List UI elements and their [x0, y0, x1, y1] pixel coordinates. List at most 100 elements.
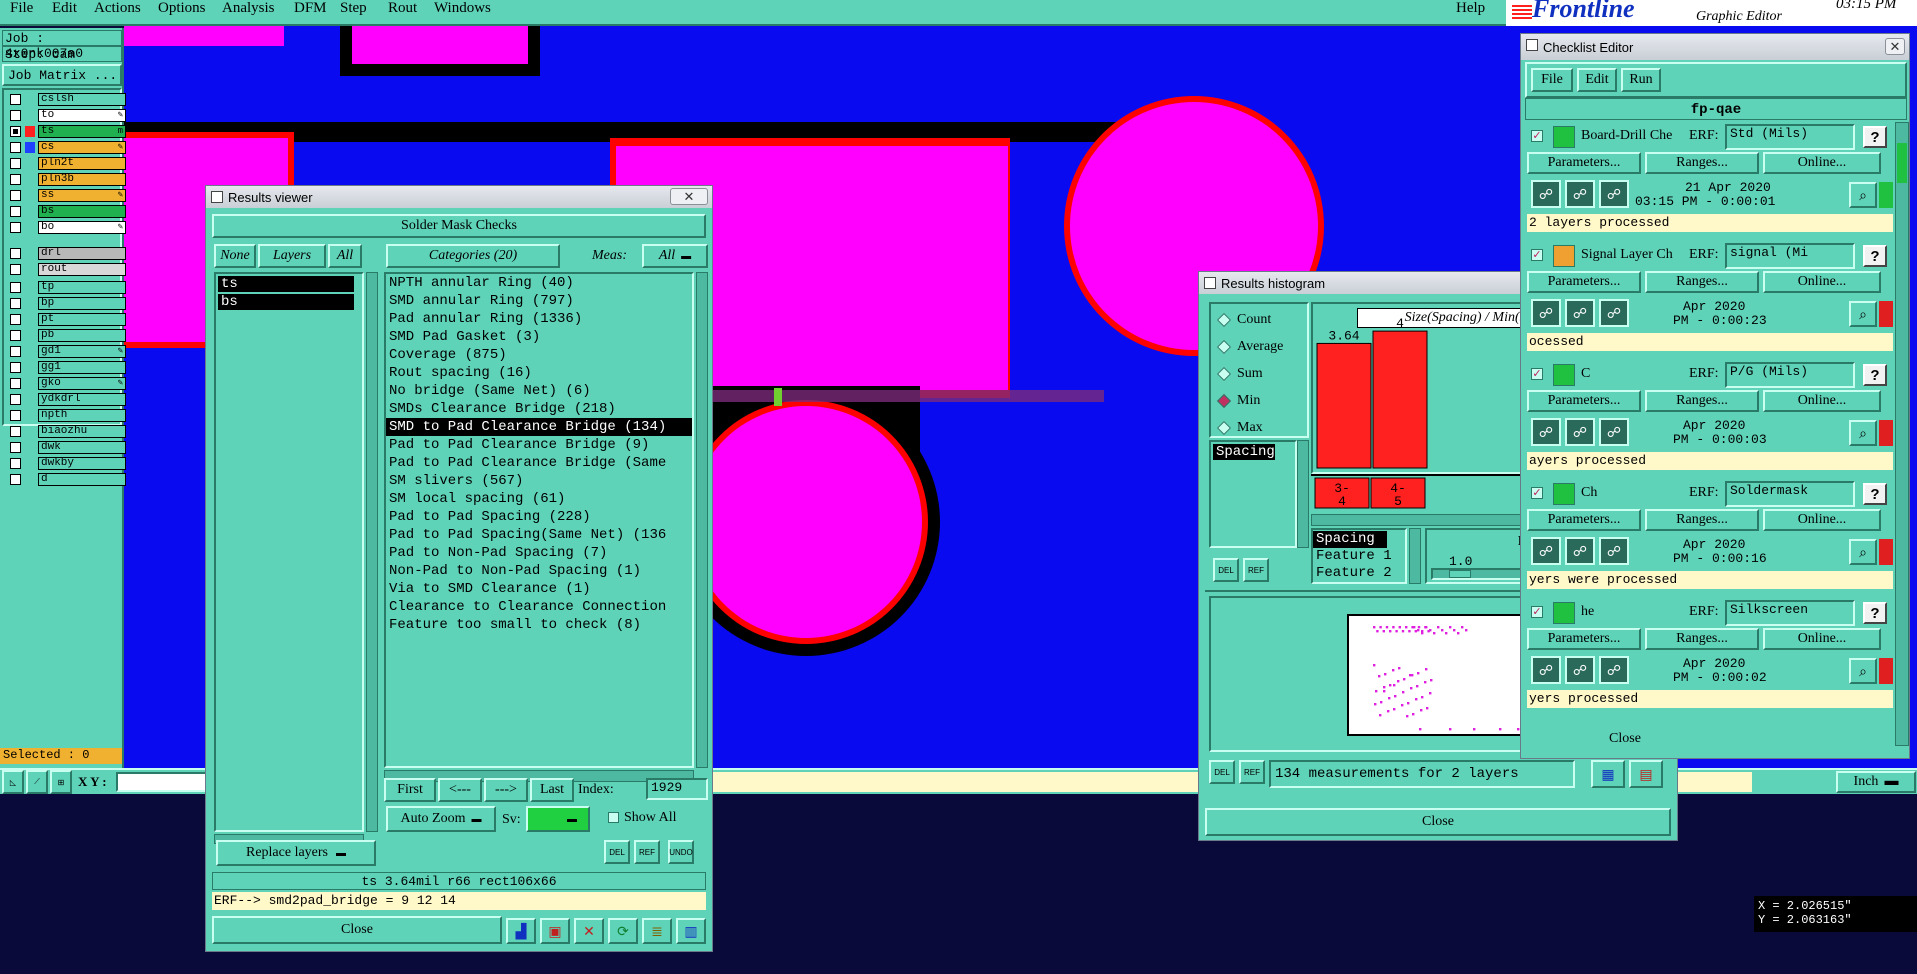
layer-checkbox[interactable] [10, 281, 21, 293]
menu-step[interactable]: Step [340, 0, 367, 17]
category-item[interactable]: Pad to Pad Clearance Bridge (9) [386, 436, 692, 454]
layer-result-item[interactable]: ts [218, 276, 354, 294]
category-item[interactable]: No bridge (Same Net) (6) [386, 382, 692, 400]
layer-name[interactable]: tp [38, 280, 126, 294]
ranges-button[interactable]: Ranges... [1645, 390, 1759, 412]
categories-list[interactable]: NPTH annular Ring (40) SMD annular Ring (… [384, 272, 694, 768]
layer-checkbox[interactable] [10, 297, 21, 309]
auto-zoom-select[interactable]: Auto Zoom ▬ [386, 806, 496, 832]
hist-del-top[interactable]: DEL [1213, 558, 1239, 582]
layer-row-pt[interactable]: pt [10, 312, 126, 326]
layer-name[interactable]: d [38, 472, 126, 486]
feature-item[interactable]: Feature 2 [1313, 565, 1405, 582]
layer-checkbox[interactable] [10, 189, 21, 201]
feature-item[interactable]: Spacing [1313, 531, 1387, 548]
hist-select-icon[interactable]: ▤ [1629, 760, 1663, 788]
zoom-button[interactable]: ⌕ [1849, 539, 1877, 565]
feature-scrollbar[interactable] [1409, 528, 1421, 584]
layer-name[interactable]: pt [38, 312, 126, 326]
category-item[interactable]: SMD to Pad Clearance Bridge (134) [386, 418, 692, 436]
histogram-close-button[interactable]: Close [1205, 808, 1671, 836]
layer-row-gd1[interactable]: gd1 ✎ [10, 344, 126, 358]
layer-row-ydkdrl[interactable]: ydkdrl [10, 392, 126, 406]
layer-name[interactable]: bo ✎ [38, 220, 126, 234]
layer-name[interactable]: biaozhu [38, 424, 126, 438]
layer-name[interactable]: dwkby [38, 456, 126, 470]
run-button[interactable]: ☍ [1531, 299, 1561, 327]
next-button[interactable]: ---> [484, 778, 528, 802]
layer-checkbox[interactable] [10, 361, 21, 373]
category-item[interactable]: Non-Pad to Non-Pad Spacing (1) [386, 562, 692, 580]
category-item[interactable]: SMD Pad Gasket (3) [386, 328, 692, 346]
layer-name[interactable]: pln3b [38, 172, 126, 186]
layer-row-gg1[interactable]: gg1 [10, 360, 126, 374]
run-button[interactable]: ☍ [1531, 180, 1561, 208]
ranges-button[interactable]: Ranges... [1645, 271, 1759, 293]
layer-name[interactable]: gd1 ✎ [38, 344, 126, 358]
help-button[interactable]: ? [1863, 126, 1887, 148]
layer-checkbox[interactable] [10, 125, 21, 137]
erf-field[interactable]: Std (Mils) [1725, 124, 1855, 150]
layer-name[interactable]: cslsh [38, 92, 126, 106]
layer-checkbox[interactable] [10, 141, 21, 153]
check-enable-checkbox[interactable]: ✓ [1531, 487, 1543, 499]
help-button[interactable]: ? [1863, 245, 1887, 267]
tool-icon-2[interactable]: ⟋ [26, 770, 48, 794]
layer-row-biaozhu[interactable]: biaozhu [10, 424, 126, 438]
parameters-button[interactable]: Parameters... [1527, 628, 1641, 650]
measure-list[interactable]: Spacing [1209, 440, 1297, 548]
run-button[interactable]: ☍ [1531, 537, 1561, 565]
agg-option-min[interactable]: Min [1216, 393, 1260, 409]
tool-icon-1[interactable]: ◺ [2, 770, 24, 794]
category-item[interactable]: SM slivers (567) [386, 472, 692, 490]
zoom-button[interactable]: ⌕ [1849, 182, 1877, 208]
layer-row-pln3b[interactable]: pln3b [10, 172, 126, 186]
layer-checkbox[interactable] [10, 263, 21, 275]
checklist-titlebar[interactable]: Checklist Editor ✕ [1521, 34, 1909, 60]
layer-checkbox[interactable] [10, 173, 21, 185]
last-button[interactable]: Last [530, 778, 574, 802]
layer-row-cs[interactable]: cs ✎ [10, 140, 126, 154]
menu-dfm[interactable]: DFM [294, 0, 327, 17]
layer-row-tp[interactable]: tp [10, 280, 126, 294]
layer-checkbox[interactable] [10, 313, 21, 325]
layers-all-button[interactable]: All [328, 244, 362, 268]
tool-icon-3[interactable]: ⊞ [50, 770, 72, 794]
check-enable-checkbox[interactable]: ✓ [1531, 249, 1543, 261]
category-item[interactable]: SM local spacing (61) [386, 490, 692, 508]
layer-row-pb[interactable]: pb [10, 328, 126, 342]
resolution-slider-thumb[interactable] [1449, 570, 1471, 578]
category-item[interactable]: Pad to Non-Pad Spacing (7) [386, 544, 692, 562]
layer-name[interactable]: rout [38, 262, 126, 276]
layer-name[interactable]: cs ✎ [38, 140, 126, 154]
check-enable-checkbox[interactable]: ✓ [1531, 606, 1543, 618]
run-button[interactable]: ☍ [1531, 656, 1561, 684]
layer-row-pln2t[interactable]: pln2t [10, 156, 126, 170]
layer-row-drl[interactable]: drl [10, 246, 126, 260]
run-step-button[interactable]: ☍ [1565, 537, 1595, 565]
erf-field[interactable]: P/G (Mils) [1725, 362, 1855, 388]
layer-checkbox[interactable] [10, 329, 21, 341]
layer-name[interactable]: gko ✎ [38, 376, 126, 390]
check-name[interactable]: Signal Layer Ch [1581, 247, 1685, 263]
layer-list-scrollbar[interactable] [366, 272, 378, 832]
layer-checkbox[interactable] [10, 93, 21, 105]
menu-options[interactable]: Options [158, 0, 206, 17]
ranges-button[interactable]: Ranges... [1645, 628, 1759, 650]
category-item[interactable]: NPTH annular Ring (40) [386, 274, 692, 292]
layer-checkbox[interactable] [10, 425, 21, 437]
agg-option-max[interactable]: Max [1216, 420, 1263, 436]
layer-name[interactable]: pb [38, 328, 126, 342]
run-all-button[interactable]: ☍ [1599, 656, 1629, 684]
index-input[interactable]: 1929 [646, 778, 708, 800]
online-button[interactable]: Online... [1763, 628, 1881, 650]
layer-checkbox[interactable] [10, 205, 21, 217]
zoom-button[interactable]: ⌕ [1849, 420, 1877, 446]
rv-tool-4[interactable]: ≣ [642, 918, 672, 944]
layer-checkbox[interactable] [10, 393, 21, 405]
help-button[interactable]: ? [1863, 602, 1887, 624]
layer-name[interactable]: npth [38, 408, 126, 422]
checklist-menu-file[interactable]: File [1531, 68, 1573, 92]
checklist-close-button[interactable]: Close [1555, 726, 1695, 752]
results-viewer-close-button[interactable]: Close [212, 916, 502, 944]
